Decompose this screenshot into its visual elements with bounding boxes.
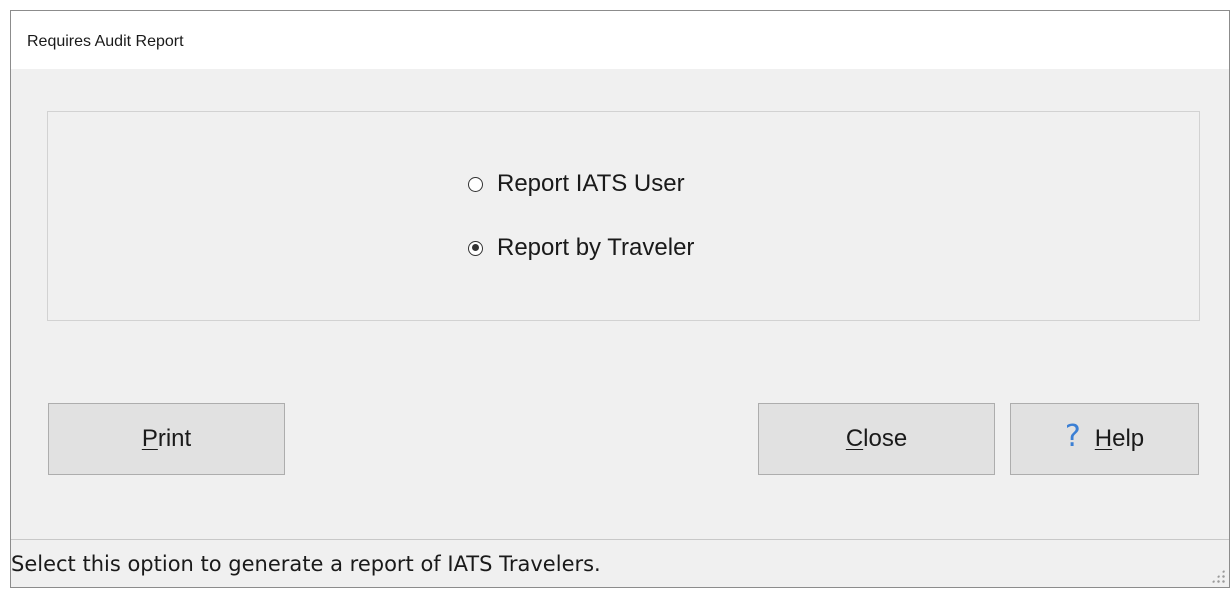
print-button[interactable]: Print [48,403,285,475]
radio-label-report-iats-user: Report IATS User [497,170,685,197]
radio-button-checked[interactable] [468,240,483,256]
help-mnemonic: H [1094,425,1113,452]
status-bar: Select this option to generate a report … [11,539,1229,587]
close-label-rest: lose [863,425,908,452]
window-title: Requires Audit Report [27,33,184,50]
radio-report-iats-user[interactable]: Report IATS User [468,170,685,198]
titlebar[interactable]: Requires Audit Report [11,11,1229,69]
question-mark-icon: ? [1064,419,1081,454]
print-label-rest: rint [157,425,192,452]
print-mnemonic: P [141,425,158,452]
close-button[interactable]: Close [758,403,995,475]
report-options-group: Report IATS User Report by Traveler [47,111,1200,321]
background-window-edge [0,0,1231,10]
resize-grip-icon[interactable] [1211,569,1225,583]
close-mnemonic: C [845,425,864,452]
audit-report-dialog: Requires Audit Report Report IATS User R… [10,10,1230,588]
radio-label-report-by-traveler: Report by Traveler [497,234,695,261]
radio-button-unchecked[interactable] [468,176,483,192]
status-text: Select this option to generate a report … [11,552,601,576]
radio-report-by-traveler[interactable]: Report by Traveler [468,234,694,262]
help-button[interactable]: ? Help [1010,403,1199,475]
help-label-rest: elp [1112,425,1145,452]
